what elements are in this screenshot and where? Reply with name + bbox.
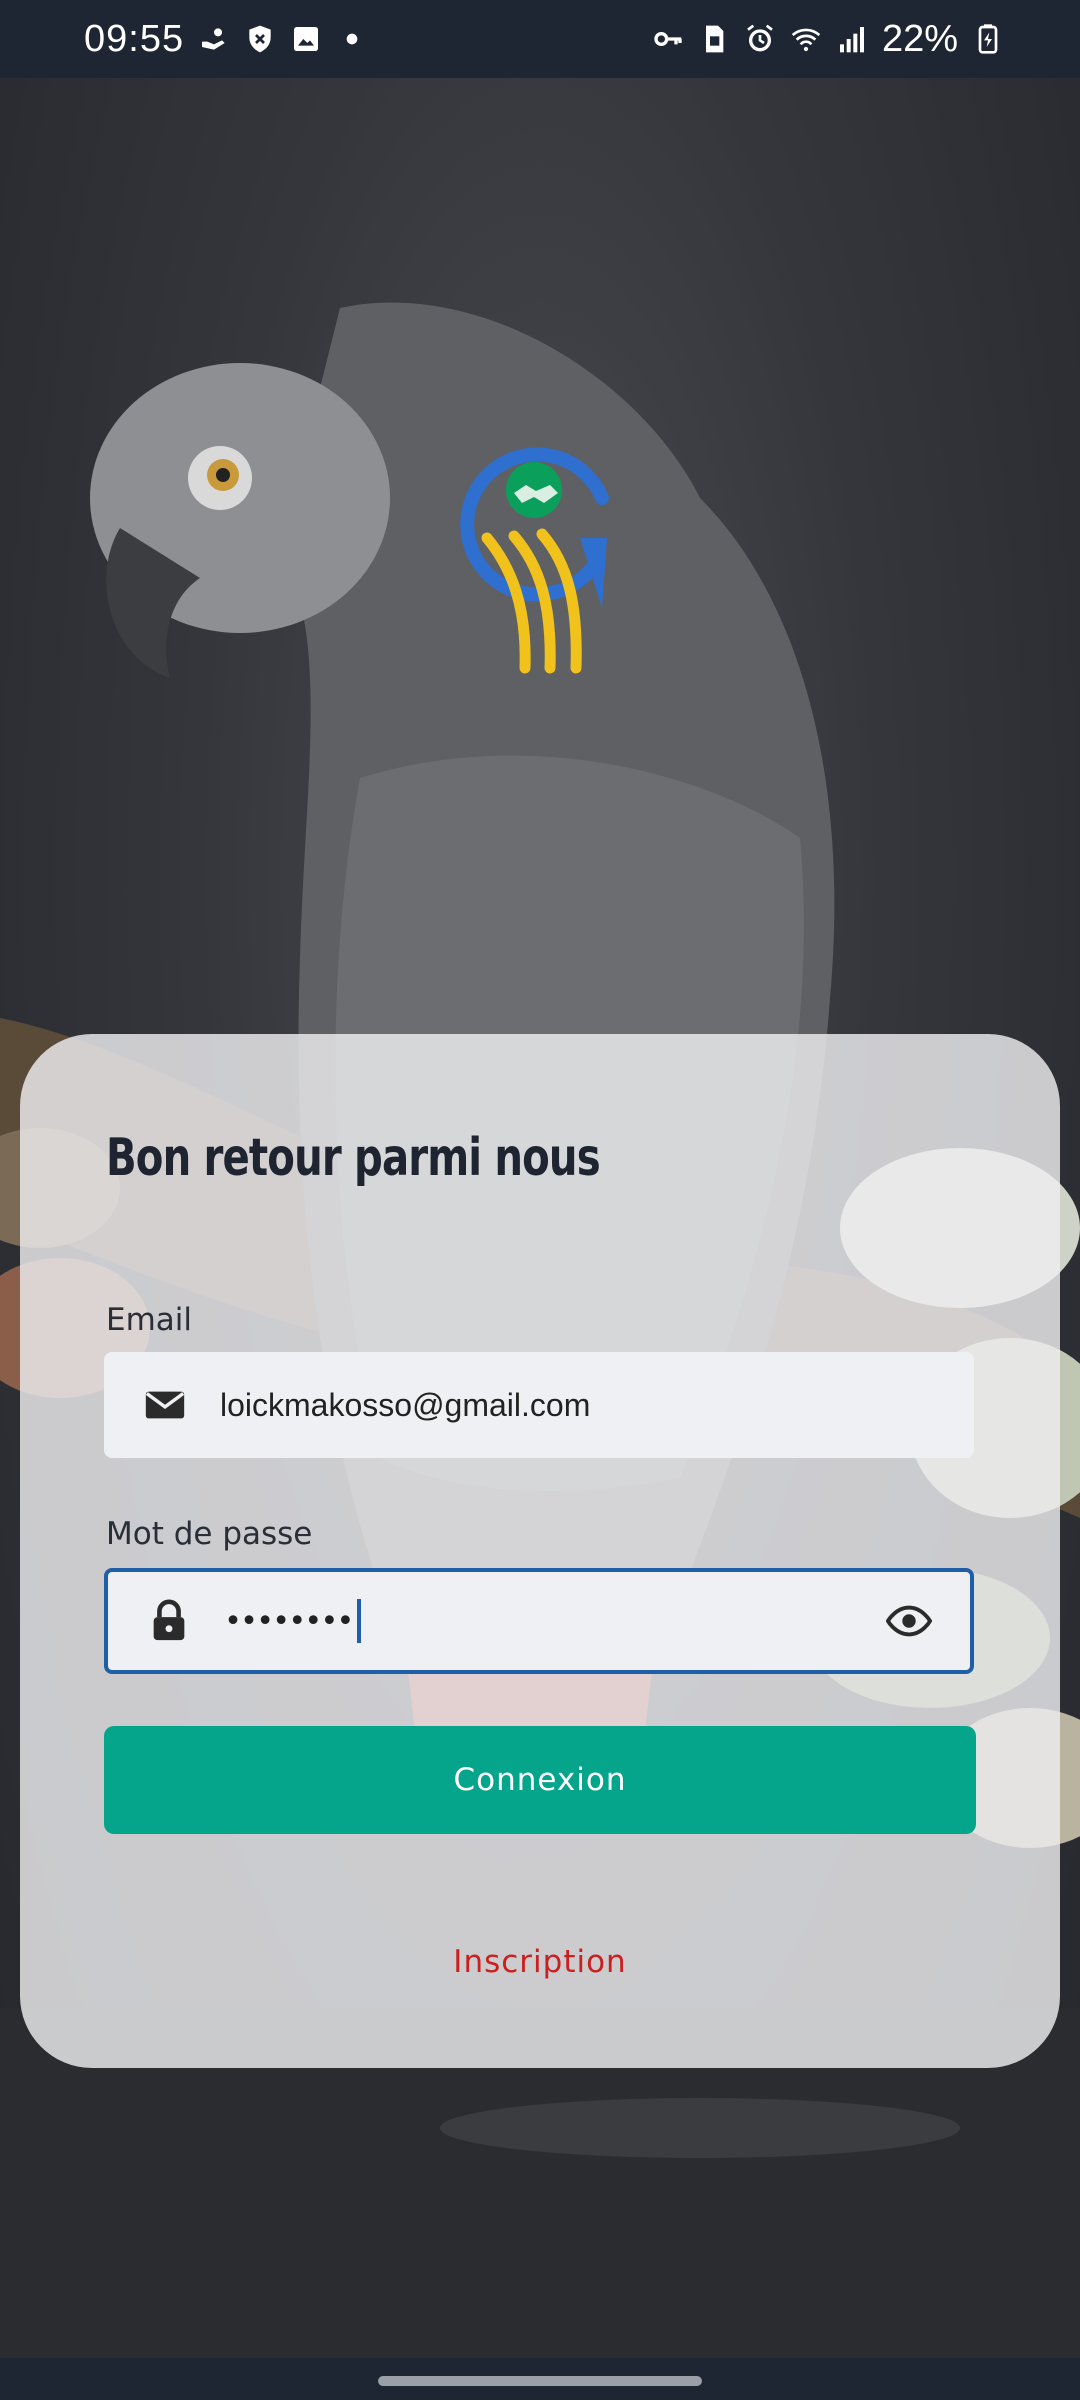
- login-button[interactable]: Connexion: [104, 1726, 976, 1834]
- alarm-icon: [744, 23, 776, 55]
- status-bar-left: 09:55: [84, 18, 368, 61]
- login-card: Bon retour parmi nous Email loickmakosso…: [20, 1034, 1060, 2068]
- image-icon: [290, 23, 322, 55]
- lock-icon: [146, 1598, 192, 1644]
- home-gesture-handle[interactable]: [378, 2376, 702, 2386]
- battery-charging-icon: [972, 23, 1004, 55]
- eye-icon[interactable]: [885, 1598, 933, 1644]
- wifi-icon: [790, 23, 822, 55]
- password-label: Mot de passe: [106, 1516, 313, 1552]
- dot-icon: [336, 23, 368, 55]
- password-field[interactable]: ••••••••: [104, 1568, 974, 1674]
- signup-link[interactable]: Inscription: [20, 1944, 1060, 1980]
- mail-icon: [142, 1382, 188, 1428]
- sim-card-icon: [698, 23, 730, 55]
- password-input-value[interactable]: ••••••••: [224, 1599, 886, 1643]
- text-caret: [356, 1599, 361, 1643]
- navigation-bar: [0, 2358, 1080, 2400]
- page-title: Bon retour parmi nous: [106, 1128, 601, 1188]
- status-time: 09:55: [84, 17, 185, 60]
- email-field[interactable]: loickmakosso@gmail.com: [104, 1352, 974, 1458]
- shield-icon: [244, 23, 276, 55]
- hand-coin-icon: [198, 23, 230, 55]
- signal-icon: [836, 23, 868, 55]
- email-input-value[interactable]: loickmakosso@gmail.com: [220, 1387, 974, 1424]
- email-label: Email: [106, 1302, 193, 1338]
- battery-percent: 22%: [881, 17, 958, 60]
- status-bar: 09:55 22%: [0, 0, 1080, 78]
- password-mask: ••••••••: [224, 1603, 354, 1639]
- key-icon: [652, 23, 684, 55]
- status-bar-right: 22%: [652, 18, 1004, 61]
- app-logo: [452, 438, 622, 678]
